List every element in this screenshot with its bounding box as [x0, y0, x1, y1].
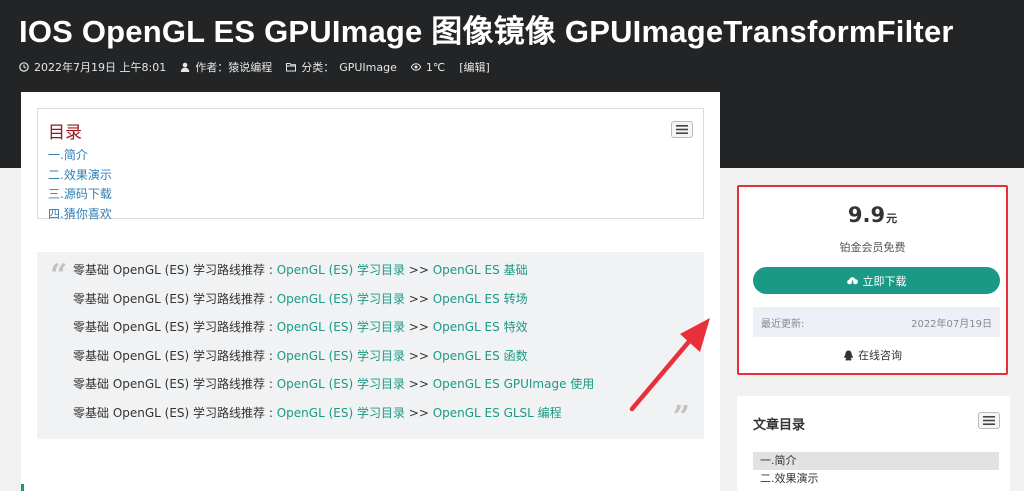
quote-lines: 零基础 OpenGL (ES) 学习路线推荐 : OpenGL (ES) 学习目… [73, 262, 594, 433]
meta-category: 分类： GPUImage [286, 59, 397, 75]
recommendation-quote: “ 零基础 OpenGL (ES) 学习路线推荐 : OpenGL (ES) 学… [37, 252, 704, 439]
quote-open-icon: “ [50, 258, 68, 293]
quote-link-topic[interactable]: OpenGL ES 基础 [433, 263, 528, 277]
section-heading-marker [21, 484, 24, 491]
quote-line-prefix: 零基础 OpenGL (ES) 学习路线推荐 : [73, 405, 277, 420]
cloud-download-icon [846, 276, 858, 286]
quote-link-directory[interactable]: OpenGL (ES) 学习目录 [277, 263, 405, 277]
sidebar-toc-item-demo[interactable]: 二.效果演示 [753, 470, 999, 488]
quote-line: 零基础 OpenGL (ES) 学习路线推荐 : OpenGL (ES) 学习目… [73, 405, 594, 434]
sidebar-toc-list: 一.简介 二.效果演示 [753, 452, 999, 488]
last-updated-value: 2022年07月19日 [911, 318, 992, 330]
user-icon [181, 62, 190, 72]
red-annotation-arrow [629, 318, 710, 412]
quote-line-sep: >> [404, 291, 433, 306]
table-of-contents: 目录 一.简介 二.效果演示 三.源码下载 四.猜你喜欢 [37, 108, 704, 221]
download-button[interactable]: 立即下载 [753, 267, 1000, 294]
eye-icon [410, 63, 421, 71]
toc-item-demo[interactable]: 二.效果演示 [48, 166, 112, 186]
quote-link-topic[interactable]: OpenGL ES 特效 [433, 320, 528, 334]
last-updated-row: 最近更新: 2022年07月19日 [753, 307, 1000, 337]
quote-line-prefix: 零基础 OpenGL (ES) 学习路线推荐 : [73, 348, 277, 363]
quote-line: 零基础 OpenGL (ES) 学习路线推荐 : OpenGL (ES) 学习目… [73, 319, 594, 348]
page-title: IOS OpenGL ES GPUImage 图像镜像 GPUImageTran… [19, 14, 954, 49]
folder-icon [286, 63, 297, 72]
quote-line-prefix: 零基础 OpenGL (ES) 学习路线推荐 : [73, 263, 277, 277]
quote-line-prefix: 零基础 OpenGL (ES) 学习路线推荐 : [73, 291, 277, 306]
quote-line-sep: >> [404, 405, 433, 420]
meta-author-text: 作者：猿说编程 [195, 61, 273, 74]
online-consult-label: 在线咨询 [858, 349, 902, 362]
quote-link-topic[interactable]: OpenGL ES 函数 [433, 349, 528, 363]
meta-date-text: 2022年7月19日 上午8:01 [34, 61, 167, 74]
toc-item-source[interactable]: 三.源码下载 [48, 185, 112, 205]
quote-line: 零基础 OpenGL (ES) 学习路线推荐 : OpenGL (ES) 学习目… [73, 376, 594, 405]
price: 9.9元 [739, 203, 1006, 227]
quote-link-directory[interactable]: OpenGL (ES) 学习目录 [277, 349, 405, 363]
quote-link-topic[interactable]: OpenGL ES GLSL 编程 [433, 406, 562, 420]
meta-date: 2022年7月19日 上午8:01 [19, 59, 166, 75]
toc-list: 一.简介 二.效果演示 三.源码下载 四.猜你喜欢 [48, 146, 112, 224]
online-consult-link[interactable]: 在线咨询 [739, 347, 1006, 363]
quote-line: 零基础 OpenGL (ES) 学习路线推荐 : OpenGL (ES) 学习目… [73, 262, 594, 291]
quote-link-directory[interactable]: OpenGL (ES) 学习目录 [277, 320, 405, 334]
quote-line-sep: >> [404, 320, 433, 334]
quote-line-prefix: 零基础 OpenGL (ES) 学习路线推荐 : [73, 320, 277, 334]
clock-icon [19, 62, 29, 72]
toc-title: 目录 [48, 123, 82, 143]
article-content: 目录 一.简介 二.效果演示 三.源码下载 四.猜你喜欢 “ 零基础 OpenG… [21, 92, 720, 491]
list-icon [983, 416, 995, 425]
quote-link-directory[interactable]: OpenGL (ES) 学习目录 [277, 377, 405, 391]
quote-line: 零基础 OpenGL (ES) 学习路线推荐 : OpenGL (ES) 学习目… [73, 291, 594, 320]
qq-icon [844, 350, 853, 360]
meta-category-label: 分类： [301, 61, 335, 74]
toc-toggle-button[interactable] [671, 121, 693, 138]
quote-link-topic[interactable]: OpenGL ES 转场 [433, 292, 528, 306]
quote-link-directory[interactable]: OpenGL (ES) 学习目录 [277, 292, 405, 306]
quote-line: 零基础 OpenGL (ES) 学习路线推荐 : OpenGL (ES) 学习目… [73, 348, 594, 377]
list-icon [676, 125, 688, 134]
sidebar-toc-toggle-button[interactable] [978, 412, 1000, 429]
meta-author: 作者：猿说编程 [180, 59, 272, 75]
price-unit: 元 [886, 212, 898, 225]
quote-line-prefix: 零基础 OpenGL (ES) 学习路线推荐 : [73, 377, 277, 391]
price-note: 铂金会员免费 [839, 241, 906, 254]
toc-item-related[interactable]: 四.猜你喜欢 [48, 205, 112, 225]
download-button-label: 立即下载 [862, 274, 907, 288]
quote-line-sep: >> [404, 263, 433, 277]
toc-item-intro[interactable]: 一.简介 [48, 146, 112, 166]
price-value: 9.9 [847, 203, 886, 227]
meta-views: 1℃ [410, 60, 446, 74]
quote-line-sep: >> [404, 348, 433, 363]
quote-link-topic[interactable]: OpenGL ES GPUImage 使用 [433, 377, 595, 391]
meta-category-link[interactable]: GPUImage [339, 61, 397, 74]
quote-line-sep: >> [404, 377, 433, 391]
post-meta: 2022年7月19日 上午8:01 作者：猿说编程 分类： GPUImage 1℃… [19, 59, 490, 75]
sidebar-toc-item-intro[interactable]: 一.简介 [753, 452, 999, 470]
last-updated-label: 最近更新: [761, 318, 805, 330]
sidebar-toc-title: 文章目录 [753, 418, 806, 433]
download-widget: 9.9元 铂金会员免费 立即下载 最近更新: 2022年07月19日 在线咨询 [737, 185, 1008, 375]
quote-link-directory[interactable]: OpenGL (ES) 学习目录 [277, 406, 405, 420]
edit-link[interactable]: [编辑] [459, 59, 490, 75]
sidebar-article-toc: 文章目录 一.简介 二.效果演示 [737, 396, 1010, 491]
meta-views-text: 1℃ [425, 60, 446, 74]
